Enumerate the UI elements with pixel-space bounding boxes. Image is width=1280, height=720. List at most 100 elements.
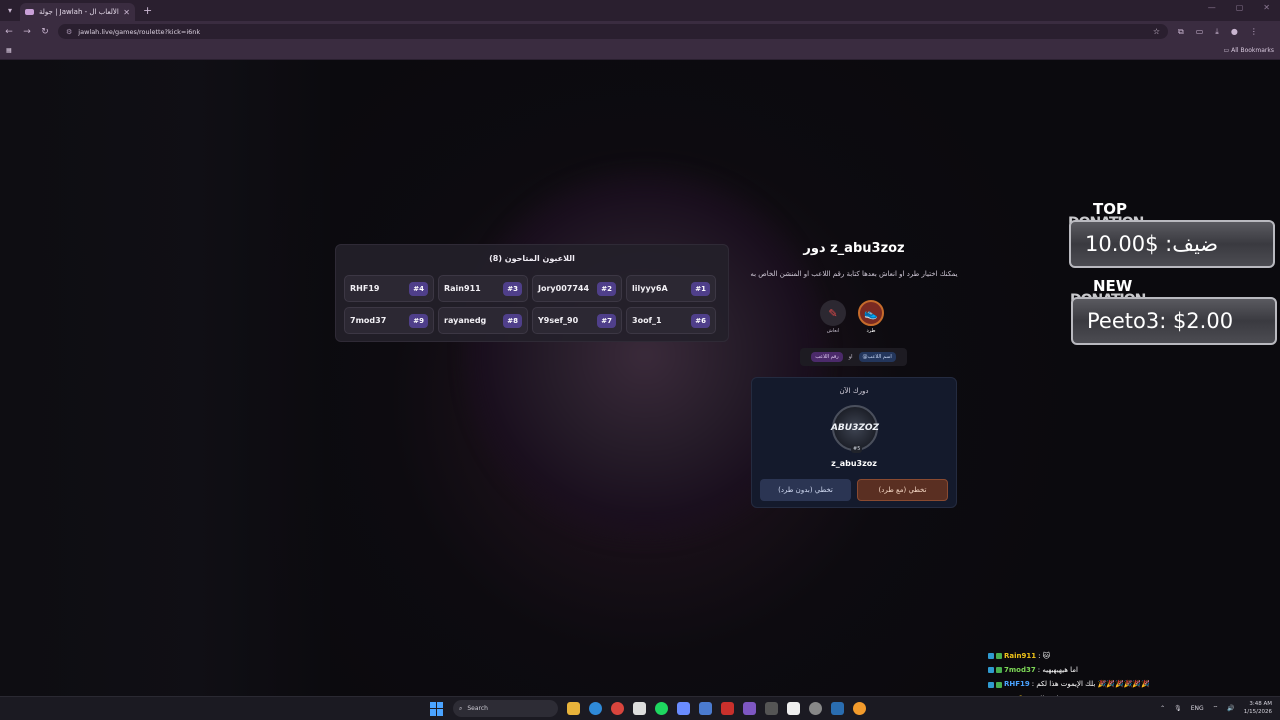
by-name-chip: @اسم اللاعب <box>858 352 896 362</box>
wifi-icon[interactable]: ⌔ <box>1213 704 1219 712</box>
syringe-icon: ✎ <box>820 300 846 326</box>
player-card[interactable]: 3oof_1 #6 <box>626 307 716 334</box>
player-name: 3oof_1 <box>632 316 662 325</box>
volume-icon[interactable]: 🔊 <box>1227 705 1234 712</box>
download-icon[interactable]: ⤓ <box>1215 27 1219 37</box>
discord-icon[interactable] <box>677 702 690 715</box>
site-favicon-icon <box>25 9 34 15</box>
search-icon: ⌕ <box>459 704 463 712</box>
chevron-up-icon[interactable]: ⌃ <box>1160 705 1165 712</box>
revive-label: انعاش <box>826 328 840 334</box>
store-icon[interactable] <box>633 702 646 715</box>
current-username: z_abu3zoz <box>831 459 877 468</box>
taskbar-search[interactable]: ⌕ Search <box>453 700 558 717</box>
system-tray: ⌃ 🎙 ENG ⌔ 🔊 3:48 AM 1/15/2026 <box>1160 700 1272 716</box>
clock[interactable]: 3:48 AM 1/15/2026 <box>1244 700 1272 716</box>
player-card[interactable]: rayanedg #8 <box>438 307 528 334</box>
mic-icon[interactable]: 🎙 <box>1174 705 1182 712</box>
game-page: اللاعبون المتاحون (8) lilyyy6A #1 Jory00… <box>0 60 1280 696</box>
player-name: lilyyy6A <box>632 284 668 293</box>
taskbar: ⌕ Search ⌃ 🎙 ENG ⌔ 🔊 3:48 AM 1/15/2026 <box>0 696 1280 720</box>
avatar: ABU3ZOZ #5 <box>831 405 879 453</box>
player-name: Rain911 <box>444 284 481 293</box>
browser-tab[interactable]: جولة | Jawlah - منصة الألعاب ال... ✕ <box>20 3 135 21</box>
player-card[interactable]: 7mod37 #9 <box>344 307 434 334</box>
url-text: jawlah.live/games/roulette?kick=i6nk <box>78 27 201 36</box>
player-card[interactable]: Y9sef_90 #7 <box>532 307 622 334</box>
app-icon[interactable] <box>743 702 756 715</box>
spotify-icon[interactable] <box>655 702 668 715</box>
chat-username: Rain911 <box>1004 652 1037 660</box>
player-card[interactable]: Jory007744 #2 <box>532 275 622 302</box>
bookmark-star-icon[interactable]: ☆ <box>1153 27 1160 36</box>
app-icon[interactable] <box>721 702 734 715</box>
player-name: RHF19 <box>350 284 380 293</box>
chat-message: RHF19: بلك الإيموت هذا لكم 🎉🎉🎉🎉🎉🎉 <box>988 677 1188 691</box>
new-tab-icon[interactable]: + <box>143 4 152 17</box>
close-window-icon[interactable]: ✕ <box>1263 3 1270 12</box>
player-name: Jory007744 <box>538 284 590 293</box>
platform-badge-icon <box>988 681 994 688</box>
site-info-icon[interactable]: ⚙ <box>66 28 72 36</box>
toolbar-icons: ⧉ ▭ ⤓ ● ⋮ <box>1178 27 1258 37</box>
avatar-badge: #5 <box>851 445 863 453</box>
skip-with-kick-button[interactable]: تخطي (مع طرد) <box>857 479 948 501</box>
app-icon[interactable] <box>853 702 866 715</box>
cast-icon[interactable]: ▭ <box>1196 27 1204 37</box>
players-panel-title: اللاعبون المتاحون (8) <box>489 254 575 263</box>
subscriber-badge-icon <box>996 653 1002 660</box>
player-card[interactable]: lilyyy6A #1 <box>626 275 716 302</box>
close-tab-icon[interactable]: ✕ <box>123 8 130 17</box>
file-explorer-icon[interactable] <box>567 702 580 715</box>
player-number: #3 <box>503 281 522 296</box>
player-number: #2 <box>597 281 616 296</box>
current-turn-label: دورك الآن <box>839 387 869 395</box>
apps-grid-icon[interactable]: ▦ <box>6 47 12 54</box>
or-text: او <box>848 354 853 360</box>
turn-description: يمكنك اختيار طرد او انعاش بعدها كتابة رق… <box>750 270 958 278</box>
forward-icon[interactable]: → <box>18 27 36 37</box>
tab-search-icon[interactable]: ▾ <box>0 0 20 21</box>
player-name: 7mod37 <box>350 316 387 325</box>
profile-icon[interactable]: ● <box>1231 27 1238 37</box>
app-icon[interactable] <box>699 702 712 715</box>
player-card[interactable]: RHF19 #4 <box>344 275 434 302</box>
chat-text: : اما هيهيهيهيه <box>1037 666 1078 675</box>
reload-icon[interactable]: ↻ <box>36 27 54 37</box>
extensions-icon[interactable]: ⧉ <box>1178 27 1184 37</box>
new-donation-box: Peeto3: $2.00 <box>1071 297 1277 345</box>
player-number: #9 <box>409 313 428 328</box>
maximize-icon[interactable]: ▢ <box>1236 3 1244 12</box>
address-bar[interactable]: ⚙ jawlah.live/games/roulette?kick=i6nk ☆ <box>58 24 1168 39</box>
window-controls: — ▢ ✕ <box>1208 3 1270 12</box>
revive-action[interactable]: ✎ انعاش <box>820 300 846 334</box>
chat-text: : بلك الإيموت هذا لكم 🎉🎉🎉🎉🎉🎉 <box>1031 680 1150 689</box>
all-bookmarks[interactable]: ▭ All Bookmarks <box>1224 47 1274 54</box>
app-icon[interactable] <box>809 702 822 715</box>
subscriber-badge-icon <box>996 667 1002 674</box>
bookmarks-bar: ▦ ▭ All Bookmarks <box>0 42 1280 60</box>
platform-badge-icon <box>988 667 994 674</box>
edge-icon[interactable] <box>589 702 602 715</box>
taskbar-apps: ⌕ Search <box>430 700 866 717</box>
chat-text: : 🐱 <box>1038 652 1050 660</box>
menu-icon[interactable]: ⋮ <box>1250 27 1258 37</box>
top-label-line1: TOP <box>1093 200 1127 218</box>
steam-icon[interactable] <box>831 702 844 715</box>
windows-start-icon[interactable] <box>430 701 444 716</box>
subscriber-badge-icon <box>996 681 1002 688</box>
kick-shoe-icon: 👟 <box>858 300 884 326</box>
app-icon[interactable] <box>787 702 800 715</box>
chrome-icon[interactable] <box>611 702 624 715</box>
target-method-hint: رقم اللاعب او @اسم اللاعب <box>800 348 907 366</box>
kick-action[interactable]: 👟 طرد <box>858 300 884 334</box>
skip-without-kick-button[interactable]: تخطي (بدون طرد) <box>760 479 851 501</box>
player-card[interactable]: Rain911 #3 <box>438 275 528 302</box>
language-indicator[interactable]: ENG <box>1191 705 1204 712</box>
players-panel: اللاعبون المتاحون (8) lilyyy6A #1 Jory00… <box>335 244 729 342</box>
terminal-icon[interactable] <box>765 702 778 715</box>
back-icon[interactable]: ← <box>0 27 18 37</box>
platform-badge-icon <box>988 653 994 660</box>
left-backdrop <box>0 60 330 696</box>
minimize-icon[interactable]: — <box>1208 3 1216 12</box>
